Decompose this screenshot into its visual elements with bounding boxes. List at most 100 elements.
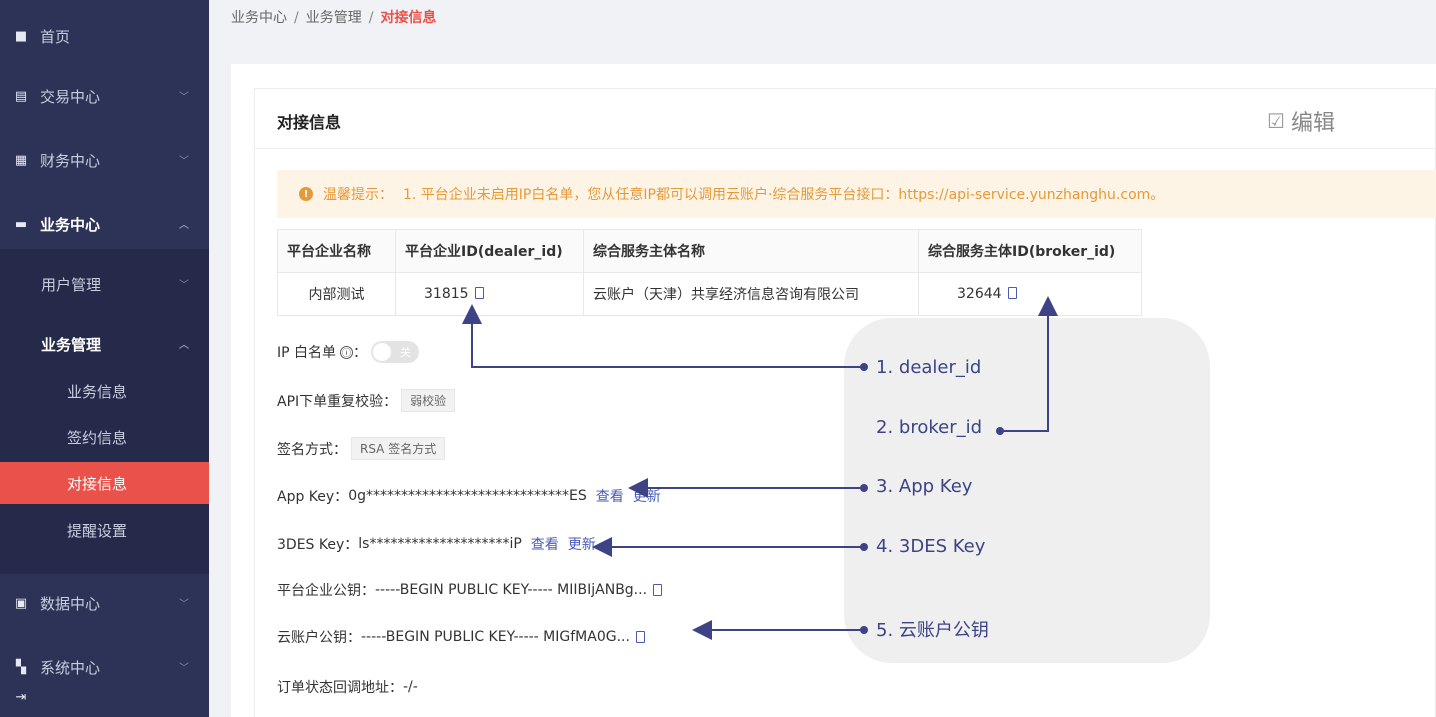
- chevron-down-icon: ﹀: [179, 92, 189, 103]
- dealer-pubkey-row: 平台企业公钥： -----BEGIN PUBLIC KEY----- MIIBI…: [277, 580, 663, 600]
- dealer-name: 内部测试: [308, 287, 365, 303]
- sidebar-item-label: 业务管理: [41, 335, 102, 354]
- yzh-pubkey-value: -----BEGIN PUBLIC KEY----- MIGfMA0G...: [361, 629, 630, 645]
- sidebar-item-sign-info[interactable]: 签约信息: [0, 417, 209, 457]
- copy-icon[interactable]: [1007, 287, 1017, 299]
- copy-icon[interactable]: [653, 584, 663, 596]
- sidebar-item-label: 首页: [40, 27, 71, 46]
- table-cell: 32644: [918, 272, 1142, 316]
- table-row: 内部测试 31815 云账户（天津）共享经济信息咨询有限公司 32644: [277, 272, 1142, 316]
- sidebar-item-trade[interactable]: ▤ 交易中心 ﹀: [0, 76, 209, 116]
- breadcrumb-separator: /: [294, 10, 299, 26]
- briefcase-icon: ▬: [14, 216, 28, 232]
- sidebar-item-biz-mgmt[interactable]: 业务管理 ︿: [0, 324, 209, 364]
- sidebar-item-label: 系统中心: [40, 658, 101, 677]
- table-cell: 31815: [395, 272, 584, 316]
- sidebar-item-label: 财务中心: [40, 151, 101, 170]
- notice-label: 温馨提示：: [323, 187, 393, 203]
- des-key-row: 3DES Key： ls********************iP 查看 更新: [277, 534, 596, 554]
- sidebar-item-user-mgmt[interactable]: 用户管理 ﹀: [0, 264, 209, 304]
- table-header: 平台企业ID(dealer_id): [395, 229, 584, 273]
- des-key-refresh-link[interactable]: 更新: [568, 534, 596, 554]
- sign-method-row: 签名方式： RSA 签名方式: [277, 437, 446, 460]
- edit-button[interactable]: ☑ 编辑: [1267, 105, 1335, 137]
- breadcrumb-separator: /: [368, 10, 374, 26]
- copy-icon[interactable]: [635, 631, 645, 643]
- app-key-row: App Key： 0g*****************************…: [277, 486, 661, 506]
- toggle-knob: [373, 343, 392, 361]
- info-circle-icon[interactable]: ⓘ: [340, 345, 354, 359]
- edit-icon: ☑: [1267, 109, 1285, 133]
- chevron-up-icon: ︿: [179, 340, 189, 351]
- sidebar-item-finance[interactable]: ▦ 财务中心 ﹀: [0, 140, 209, 180]
- status-badge: 弱校验: [401, 389, 456, 412]
- sidebar-item-label: 数据中心: [40, 594, 101, 613]
- breadcrumb-link[interactable]: 业务管理: [306, 10, 362, 26]
- sidebar-item-dock-info[interactable]: 对接信息: [0, 462, 209, 504]
- callback-row: 订单状态回调地址： -/-: [277, 677, 418, 697]
- api-check-row: API下单重复校验： 弱校验: [277, 389, 456, 412]
- des-key-view-link[interactable]: 查看: [531, 534, 559, 554]
- annotation-broker-id: 2. broker_id: [876, 417, 983, 438]
- annotation-dealer-id: 1. dealer_id: [876, 357, 982, 378]
- breadcrumb: 业务中心 / 业务管理 / 对接信息: [231, 7, 436, 27]
- field-label: 订单状态回调地址：: [277, 680, 403, 696]
- sidebar-item-home[interactable]: ■ 首页: [0, 16, 209, 56]
- dock-info-table: 平台企业名称 平台企业ID(dealer_id) 综合服务主体名称 综合服务主体…: [277, 229, 1142, 316]
- field-label: 平台企业公钥：: [277, 583, 375, 599]
- sidebar-item-business[interactable]: ▬ 业务中心 ︿: [0, 204, 209, 244]
- chart-icon: ▣: [14, 595, 28, 611]
- sidebar-item-label: 用户管理: [41, 275, 102, 294]
- sidebar: ■ 首页 ▤ 交易中心 ﹀ ▦ 财务中心 ﹀ ▬ 业务中心 ︿ 用户管理 ﹀ 业…: [0, 0, 209, 717]
- broker-name: 云账户（天津）共享经济信息咨询有限公司: [593, 287, 859, 303]
- field-label: 云账户公钥：: [277, 630, 361, 646]
- app-key-refresh-link[interactable]: 更新: [633, 486, 661, 506]
- sidebar-item-biz-info[interactable]: 业务信息: [0, 371, 209, 411]
- app-key-value: 0g*****************************ES: [348, 488, 587, 504]
- annotation-app-key: 3. App Key: [876, 476, 973, 497]
- table-header-row: 平台企业名称 平台企业ID(dealer_id) 综合服务主体名称 综合服务主体…: [277, 229, 1142, 273]
- annotation-des-key: 4. 3DES Key: [876, 536, 986, 557]
- notice-text: 1. 平台企业未启用IP白名单，您从任意IP都可以调用云账户·综合服务平台接口：…: [403, 187, 1165, 203]
- callback-value: -/-: [403, 679, 418, 695]
- dealer-pubkey-value: -----BEGIN PUBLIC KEY----- MIIBIjANBg...: [375, 582, 648, 598]
- finance-icon: ▦: [14, 152, 28, 168]
- table-cell: 云账户（天津）共享经济信息咨询有限公司: [583, 272, 919, 316]
- field-label: 签名方式：: [277, 441, 347, 458]
- collapse-sidebar-button[interactable]: ⇥: [0, 677, 209, 717]
- sidebar-item-data[interactable]: ▣ 数据中心 ﹀: [0, 583, 209, 623]
- field-colon: ：: [353, 345, 368, 361]
- breadcrumb-link[interactable]: 业务中心: [231, 10, 287, 26]
- status-badge: RSA 签名方式: [351, 437, 446, 460]
- edit-label: 编辑: [1290, 111, 1335, 136]
- info-icon: !: [299, 187, 313, 201]
- field-label: IP 白名单: [277, 345, 337, 361]
- sidebar-item-label: 业务中心: [40, 215, 101, 234]
- sidebar-item-label: 提醒设置: [67, 521, 128, 540]
- sidebar-item-reminder[interactable]: 提醒设置: [0, 510, 209, 550]
- home-icon: ■: [14, 28, 28, 44]
- app-key-view-link[interactable]: 查看: [596, 486, 624, 506]
- chevron-down-icon: ﹀: [179, 663, 189, 674]
- card-header: 对接信息 ☑ 编辑: [255, 89, 1435, 149]
- toggle-text: 关: [400, 346, 412, 359]
- table-header: 综合服务主体名称: [583, 229, 919, 273]
- chevron-down-icon: ﹀: [179, 280, 189, 291]
- table-cell: 内部测试: [277, 272, 396, 316]
- yzh-pubkey-row: 云账户公钥： -----BEGIN PUBLIC KEY----- MIGfMA…: [277, 627, 645, 647]
- copy-icon[interactable]: [474, 287, 484, 299]
- grid-icon: ▚: [16, 659, 26, 675]
- page-title: 对接信息: [277, 113, 342, 132]
- field-label: App Key：: [277, 489, 349, 505]
- sidebar-item-label: 对接信息: [67, 474, 128, 493]
- table-header: 综合服务主体ID(broker_id): [918, 229, 1142, 273]
- chevron-down-icon: ﹀: [179, 599, 189, 610]
- ip-whitelist-toggle[interactable]: 关: [371, 341, 420, 363]
- table-header: 平台企业名称: [277, 229, 396, 273]
- breadcrumb-current: 对接信息: [380, 10, 437, 26]
- ip-whitelist-row: IP 白名单 ⓘ ： 关: [277, 341, 420, 363]
- notice-banner: ! 温馨提示： 1. 平台企业未启用IP白名单，您从任意IP都可以调用云账户·综…: [277, 170, 1436, 218]
- sidebar-item-label: 交易中心: [40, 87, 101, 106]
- ledger-icon: ▤: [14, 88, 28, 104]
- sidebar-item-label: 签约信息: [67, 428, 128, 447]
